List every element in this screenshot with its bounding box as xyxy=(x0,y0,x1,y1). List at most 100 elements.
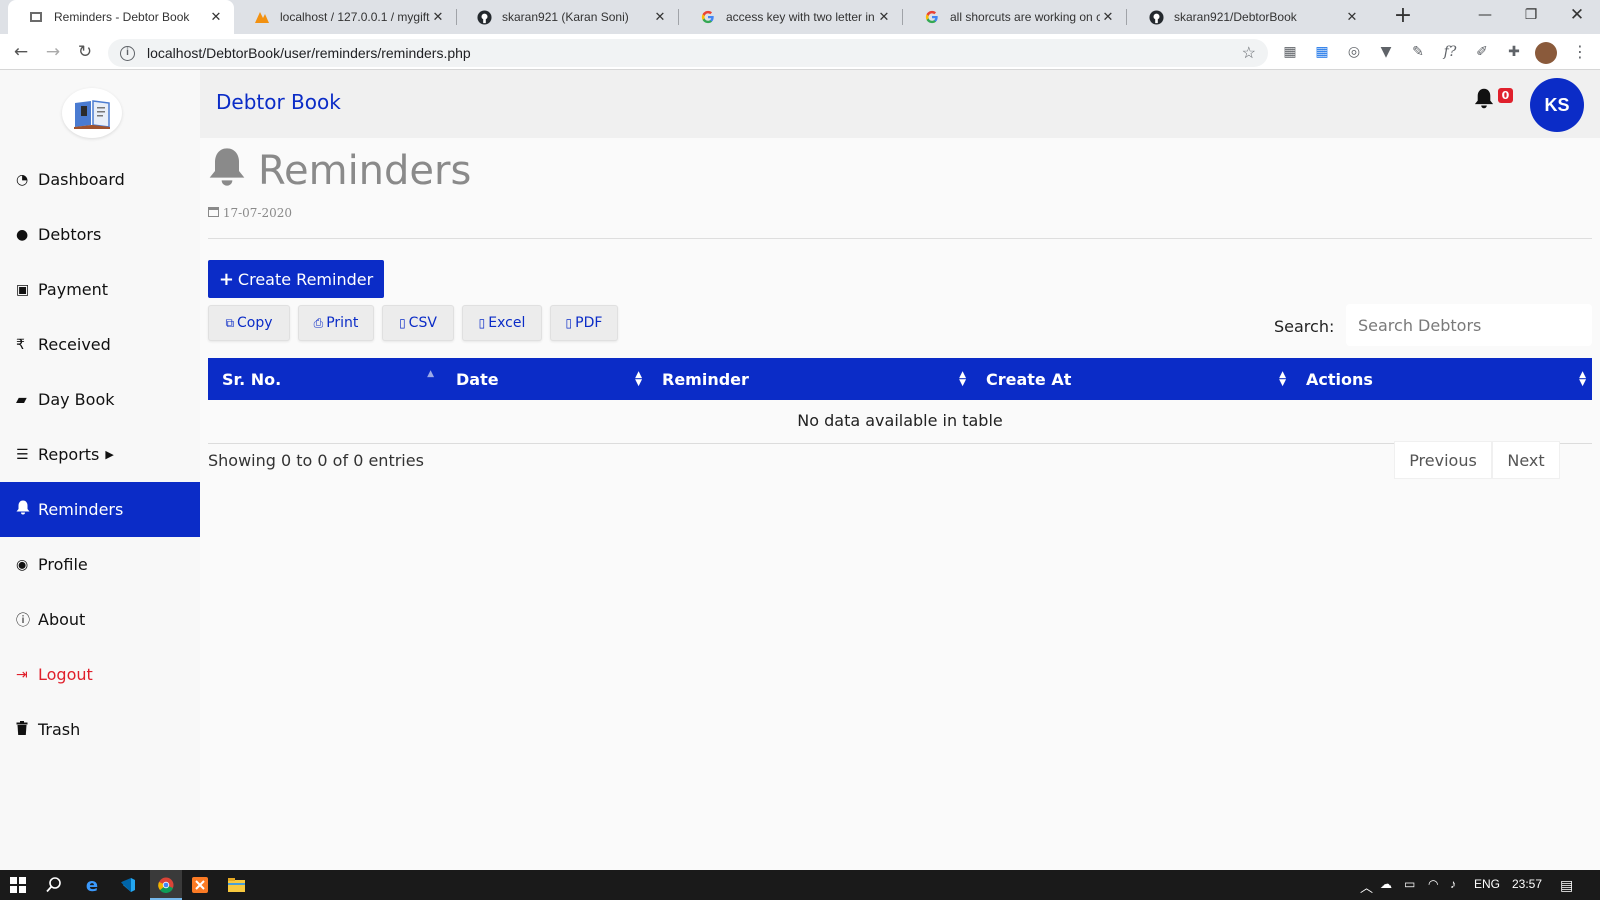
wifi-icon[interactable]: ◠ xyxy=(1428,877,1438,891)
browser-tab[interactable]: localhost / 127.0.0.1 / mygift / ✕ xyxy=(234,0,456,34)
previous-button[interactable]: Previous xyxy=(1394,441,1492,479)
edit-extension-icon[interactable]: ✐ xyxy=(1472,42,1492,62)
function-extension-icon[interactable]: f? xyxy=(1440,42,1460,62)
show-hidden-icons-icon[interactable]: ︿ xyxy=(1360,877,1373,896)
reload-button[interactable]: ↻ xyxy=(72,40,98,64)
print-button[interactable]: ⎙ Print xyxy=(298,305,374,341)
sidebar-item-label: Debtors xyxy=(38,225,102,244)
windows-taskbar: e ︿ ☁ ▭ ◠ ♪ ENG 23:57 ▤ xyxy=(0,870,1600,900)
extension-grid-icon[interactable]: ▦ xyxy=(1280,42,1300,62)
browser-tab[interactable]: access key with two letter in ht ✕ xyxy=(680,0,902,34)
column-header-label: Sr. No. xyxy=(222,369,282,389)
sidebar-item-day-book[interactable]: ▰ Day Book xyxy=(0,372,200,427)
user-avatar[interactable]: KS xyxy=(1530,78,1584,132)
forward-button[interactable]: → xyxy=(40,40,66,64)
file-explorer-icon[interactable] xyxy=(224,873,248,897)
tab-separator xyxy=(678,9,679,25)
google-favicon-icon xyxy=(700,9,716,25)
sidebar-item-payment[interactable]: ▣ Payment xyxy=(0,262,200,317)
tab-close-icon[interactable]: ✕ xyxy=(1100,9,1116,25)
sidebar-item-debtors[interactable]: ●​ Debtors xyxy=(0,207,200,262)
pdf-label: PDF xyxy=(575,315,603,331)
bookmark-star-icon[interactable]: ☆ xyxy=(1242,43,1256,63)
column-header-sr-no[interactable]: Sr. No. ▲ xyxy=(208,358,442,400)
chrome-icon[interactable] xyxy=(154,873,178,897)
print-icon: ⎙ xyxy=(313,315,324,330)
browser-tab[interactable]: all shorcuts are working on chr ✕ xyxy=(904,0,1126,34)
tab-close-icon[interactable]: ✕ xyxy=(1344,9,1360,25)
column-header-reminder[interactable]: Reminder ▲ ▼ xyxy=(648,358,972,400)
bell-icon xyxy=(208,147,246,196)
browser-tab[interactable]: skaran921/DebtorBook ✕ xyxy=(1128,0,1370,34)
sidebar-item-trash[interactable]: Trash xyxy=(0,702,200,757)
page-favicon-icon xyxy=(28,9,44,25)
tab-title: skaran921/DebtorBook xyxy=(1174,10,1297,24)
notification-bell-icon[interactable] xyxy=(1474,88,1494,114)
puzzle-extensions-icon[interactable]: ✚ xyxy=(1504,42,1524,62)
sort-asc-icon: ▲ xyxy=(427,369,434,379)
restore-button[interactable]: ❐ xyxy=(1508,0,1554,30)
pdf-button[interactable]: ▯ PDF xyxy=(550,305,618,341)
tab-close-icon[interactable]: ✕ xyxy=(208,9,224,25)
sidebar-item-dashboard[interactable]: ◔ Dashboard xyxy=(0,152,200,207)
pen-extension-icon[interactable]: ✎ xyxy=(1408,42,1428,62)
next-button[interactable]: Next xyxy=(1492,441,1560,479)
column-header-date[interactable]: Date ▲ ▼ xyxy=(442,358,648,400)
sort-icon: ▲ ▼ xyxy=(1579,370,1586,388)
tab-close-icon[interactable]: ✕ xyxy=(430,9,446,25)
create-reminder-button[interactable]: + Create Reminder xyxy=(208,260,384,298)
search-label: Search: xyxy=(1274,317,1335,336)
excel-button[interactable]: ▯ Excel xyxy=(462,305,542,341)
windows-start-icon[interactable] xyxy=(6,873,30,897)
browser-tab[interactable]: skaran921 (Karan Soni) ✕ xyxy=(456,0,678,34)
sidebar-item-logout[interactable]: ⇥ Logout xyxy=(0,647,200,702)
column-header-create-at[interactable]: Create At ▲ ▼ xyxy=(972,358,1292,400)
sidebar-item-profile[interactable]: ◉ Profile xyxy=(0,537,200,592)
sidebar-item-about[interactable]: ⓘ About xyxy=(0,592,200,647)
vscode-icon[interactable] xyxy=(116,873,140,897)
new-tab-button[interactable]: + xyxy=(1390,4,1416,30)
browser-profile-avatar[interactable] xyxy=(1535,42,1557,64)
battery-icon[interactable]: ▭ xyxy=(1404,877,1415,891)
close-window-button[interactable]: ✕ xyxy=(1554,0,1600,30)
tab-close-icon[interactable]: ✕ xyxy=(652,9,668,25)
extension-circle-icon[interactable]: ◎ xyxy=(1344,42,1364,62)
tab-close-icon[interactable]: ✕ xyxy=(876,9,892,25)
clock-time[interactable]: 23:57 xyxy=(1512,877,1542,891)
dashboard-icon: ◔ xyxy=(16,171,29,188)
browser-tab-strip: Reminders - Debtor Book ✕ localhost / 12… xyxy=(0,0,1600,34)
vue-extension-icon[interactable]: ▼ xyxy=(1376,42,1396,62)
volume-icon[interactable]: ♪ xyxy=(1450,877,1456,891)
sidebar-item-label: Received xyxy=(38,335,111,354)
language-indicator[interactable]: ENG xyxy=(1474,877,1500,891)
users-icon: ●​ xyxy=(16,226,29,243)
sidebar-item-received[interactable]: ₹ Received xyxy=(0,317,200,372)
brand-title[interactable]: Debtor Book xyxy=(216,90,341,114)
edge-browser-icon[interactable]: e xyxy=(80,873,104,897)
site-info-icon[interactable]: i xyxy=(120,45,135,61)
onedrive-icon[interactable]: ☁ xyxy=(1380,877,1392,891)
search-input[interactable] xyxy=(1346,304,1592,346)
column-header-actions[interactable]: Actions ▲ ▼ xyxy=(1292,358,1592,400)
tab-title: Reminders - Debtor Book xyxy=(54,10,190,24)
tab-separator xyxy=(1126,9,1127,25)
app-logo[interactable] xyxy=(62,88,122,138)
copy-button[interactable]: ⧉ Copy xyxy=(208,305,290,341)
csv-button[interactable]: ▯ CSV xyxy=(382,305,454,341)
sort-icon: ▲ ▼ xyxy=(1279,370,1286,388)
notifications-center-icon[interactable]: ▤ xyxy=(1560,877,1573,894)
phpmyadmin-favicon-icon xyxy=(254,9,270,25)
xampp-icon[interactable] xyxy=(188,873,212,897)
sidebar-item-reminders[interactable]: Reminders xyxy=(0,482,200,537)
browser-tab-active[interactable]: Reminders - Debtor Book ✕ xyxy=(8,0,234,34)
sidebar-item-reports[interactable]: ☰ Reports ▶ xyxy=(0,427,200,482)
plus-icon: + xyxy=(218,268,234,290)
translate-extension-icon[interactable]: ▦ xyxy=(1312,42,1332,62)
minimize-button[interactable]: — xyxy=(1462,0,1508,30)
search-icon[interactable] xyxy=(42,873,66,897)
info-icon: ⓘ xyxy=(16,612,30,629)
address-bar[interactable]: i localhost/DebtorBook/user/reminders/re… xyxy=(108,39,1268,67)
browser-menu-icon[interactable]: ⋮ xyxy=(1572,42,1588,62)
back-button[interactable]: ← xyxy=(8,40,34,64)
tab-title: access key with two letter in ht xyxy=(726,10,876,24)
